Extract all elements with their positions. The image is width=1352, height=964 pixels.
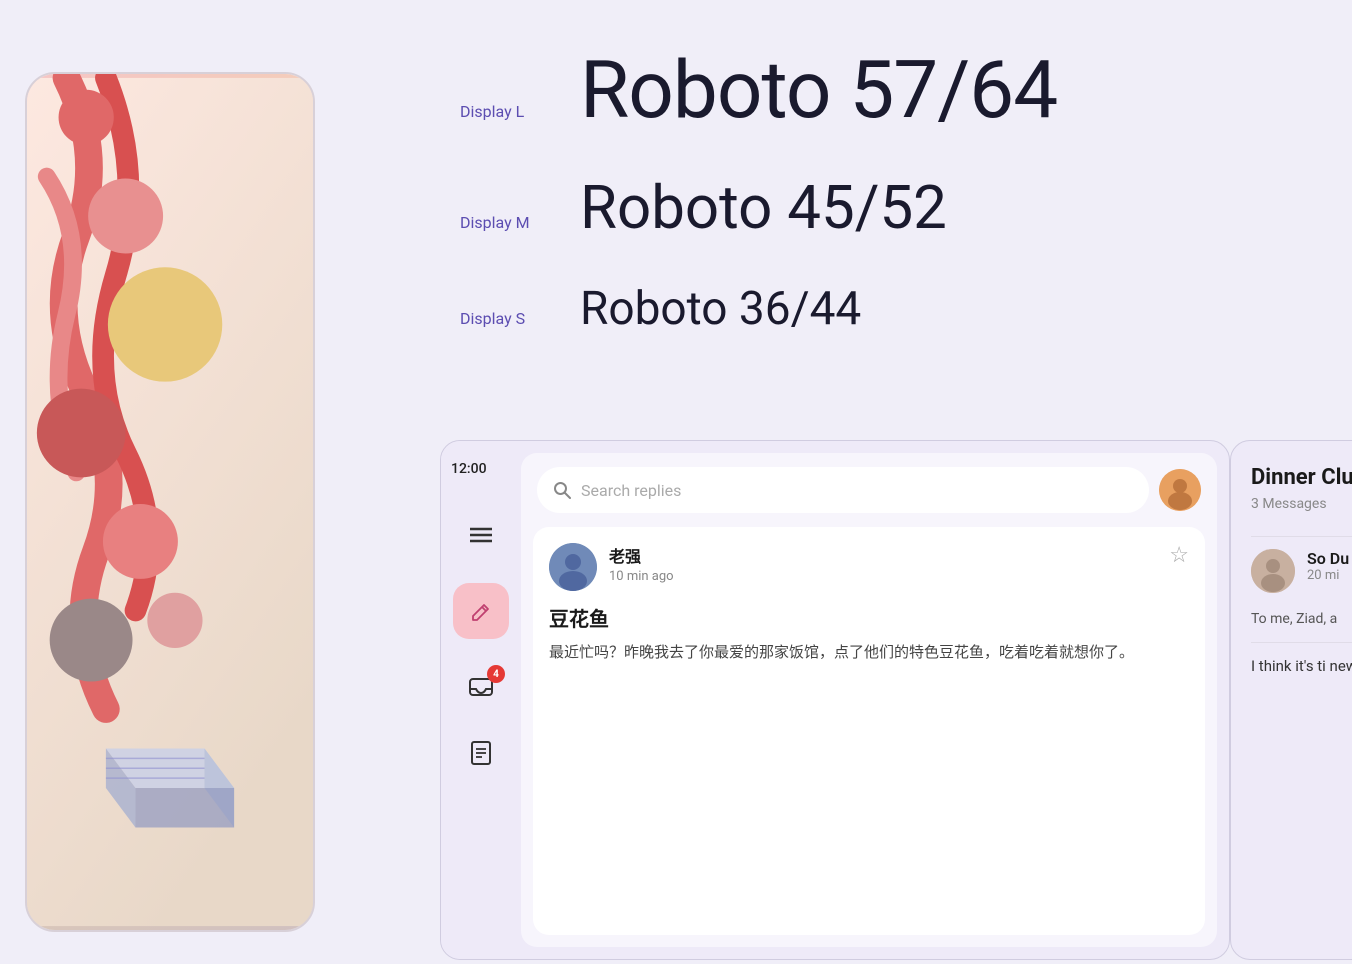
app-search-bar: Search replies [521,453,1217,527]
edit-icon [470,600,492,622]
app-main-content: Search replies [521,453,1217,947]
message-header: 老强 10 min ago ☆ [549,543,1189,591]
contact-message-preview: To me, Ziad, a [1251,609,1352,630]
contact-name: So Du [1307,549,1352,568]
divider-1 [1251,536,1352,537]
right-panel: Display L Roboto 57/64 Display M Roboto … [340,0,1352,964]
search-icon [553,481,571,499]
app-sidebar: 12:00 [441,441,521,959]
type-label-display-s: Display S [460,309,580,328]
menu-icon [470,527,492,543]
typography-section: Display L Roboto 57/64 Display M Roboto … [340,0,1352,352]
sender-avatar [549,543,597,591]
type-label-display-l: Display L [460,102,580,121]
preview-text: I think it's ti new spot do [1251,655,1352,678]
edit-fab-btn[interactable] [453,583,509,639]
type-row-display-s: Display S Roboto 36/44 [460,266,1292,352]
right-contacts-panel: Dinner Clu 3 Messages So Du 20 mi To me,… [1230,440,1352,960]
sender-name: 老强 [609,543,1169,567]
type-row-display-l: Display L Roboto 57/64 [460,30,1292,150]
type-text-display-s: Roboto 36/44 [580,286,861,332]
contact-info: So Du 20 mi [1307,549,1352,583]
message-body: 最近忙吗？昨晚我去了你最爱的那家饭馆，点了他们的特色豆花鱼，吃着吃着就想你了。 [549,640,1189,664]
app-mockup: 12:00 [440,440,1230,960]
message-card: 老强 10 min ago ☆ 豆花鱼 最近忙吗？昨晚我去了你最爱的那家饭馆，点… [533,527,1205,935]
menu-icon-btn[interactable] [463,517,499,553]
user-avatar [1159,469,1201,511]
user-avatar-img [1159,469,1201,511]
search-placeholder-text: Search replies [581,481,681,500]
message-info: 老强 10 min ago [609,543,1169,584]
left-panel [0,0,340,964]
contact-avatar [1251,549,1295,593]
inbox-icon-btn[interactable]: 4 [463,669,499,705]
message-time: 10 min ago [609,569,1169,584]
message-title: 豆花鱼 [549,603,1189,632]
star-icon[interactable]: ☆ [1169,543,1189,568]
divider-2 [1251,642,1352,643]
app-time: 12:00 [441,461,487,477]
type-label-display-m: Display M [460,213,580,232]
sender-avatar-img [549,543,597,591]
notes-icon [470,741,492,765]
panel-title: Dinner Clu [1251,465,1352,490]
notes-icon-btn[interactable] [463,735,499,771]
illustration-svg [27,74,313,930]
contact-row[interactable]: So Du 20 mi [1251,549,1352,593]
panel-subtitle: 3 Messages [1251,496,1352,512]
type-row-display-m: Display M Roboto 45/52 [460,158,1292,258]
contact-avatar-img [1251,549,1295,593]
type-text-display-m: Roboto 45/52 [580,178,947,238]
search-input-container[interactable]: Search replies [537,467,1149,513]
type-text-display-l: Roboto 57/64 [580,50,1057,130]
inbox-badge: 4 [487,665,505,683]
contact-time: 20 mi [1307,568,1352,583]
phone-mockup [25,72,315,932]
